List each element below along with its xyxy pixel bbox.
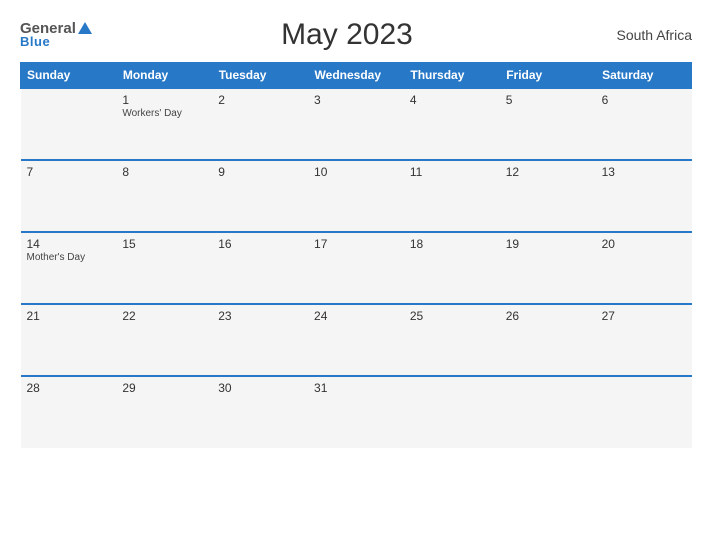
holiday-label: Workers' Day xyxy=(122,108,206,119)
calendar-title: May 2023 xyxy=(92,18,602,52)
calendar-day-cell: 15 xyxy=(116,232,212,304)
calendar-day-cell: 2 xyxy=(212,88,308,160)
calendar-day-cell: 24 xyxy=(308,304,404,376)
holiday-label: Mother's Day xyxy=(27,252,111,263)
day-number: 8 xyxy=(122,165,206,179)
weekday-header-cell: Sunday xyxy=(21,63,117,89)
day-number: 17 xyxy=(314,237,398,251)
day-number: 9 xyxy=(218,165,302,179)
day-number: 10 xyxy=(314,165,398,179)
calendar-day-cell: 29 xyxy=(116,376,212,448)
day-number: 15 xyxy=(122,237,206,251)
calendar-day-cell xyxy=(404,376,500,448)
day-number: 4 xyxy=(410,93,494,107)
calendar-day-cell: 27 xyxy=(596,304,692,376)
calendar-day-cell: 6 xyxy=(596,88,692,160)
calendar-day-cell: 28 xyxy=(21,376,117,448)
calendar-day-cell: 31 xyxy=(308,376,404,448)
calendar-day-cell: 14Mother's Day xyxy=(21,232,117,304)
calendar-day-cell xyxy=(21,88,117,160)
calendar-day-cell: 1Workers' Day xyxy=(116,88,212,160)
day-number: 21 xyxy=(27,309,111,323)
day-number: 2 xyxy=(218,93,302,107)
day-number: 31 xyxy=(314,381,398,395)
calendar-week-row: 789 10 11 12 13 xyxy=(21,160,692,232)
day-number: 22 xyxy=(122,309,206,323)
day-number: 16 xyxy=(218,237,302,251)
day-number: 19 xyxy=(506,237,590,251)
day-number: 7 xyxy=(27,165,111,179)
day-number: 1 xyxy=(122,93,206,107)
day-number: 6 xyxy=(602,93,686,107)
calendar-day-cell: 30 xyxy=(212,376,308,448)
calendar-day-cell: 19 xyxy=(500,232,596,304)
calendar-day-cell: 18 xyxy=(404,232,500,304)
weekday-header-cell: Monday xyxy=(116,63,212,89)
weekday-header-cell: Wednesday xyxy=(308,63,404,89)
day-number: 12 xyxy=(506,165,590,179)
day-number: 20 xyxy=(602,237,686,251)
calendar-day-cell: 11 xyxy=(404,160,500,232)
calendar-day-cell: 17 xyxy=(308,232,404,304)
calendar-week-row: 21 22 23 24 25 26 27 xyxy=(21,304,692,376)
day-number: 3 xyxy=(314,93,398,107)
calendar-day-cell: 7 xyxy=(21,160,117,232)
calendar-week-row: 14Mother's Day 15 16 17 18 19 20 xyxy=(21,232,692,304)
day-number: 26 xyxy=(506,309,590,323)
day-number: 28 xyxy=(27,381,111,395)
calendar-day-cell: 10 xyxy=(308,160,404,232)
calendar-day-cell: 25 xyxy=(404,304,500,376)
logo: General Blue xyxy=(20,21,92,49)
calendar-day-cell: 13 xyxy=(596,160,692,232)
calendar-day-cell: 5 xyxy=(500,88,596,160)
logo-blue-text: Blue xyxy=(20,34,50,49)
country-label: South Africa xyxy=(602,27,692,43)
calendar-day-cell: 23 xyxy=(212,304,308,376)
day-number: 24 xyxy=(314,309,398,323)
calendar-day-cell xyxy=(596,376,692,448)
day-number: 27 xyxy=(602,309,686,323)
header: General Blue May 2023 South Africa xyxy=(20,18,692,52)
calendar-week-row: 1Workers' Day 23456 xyxy=(21,88,692,160)
calendar-page: General Blue May 2023 South Africa Sunda… xyxy=(0,0,712,550)
day-number: 18 xyxy=(410,237,494,251)
day-number: 13 xyxy=(602,165,686,179)
day-number: 29 xyxy=(122,381,206,395)
calendar-day-cell: 26 xyxy=(500,304,596,376)
weekday-header-cell: Tuesday xyxy=(212,63,308,89)
day-number: 14 xyxy=(27,237,111,251)
weekday-header-row: SundayMondayTuesdayWednesdayThursdayFrid… xyxy=(21,63,692,89)
calendar-week-row: 28 29 30 31 xyxy=(21,376,692,448)
weekday-header-cell: Thursday xyxy=(404,63,500,89)
calendar-header: SundayMondayTuesdayWednesdayThursdayFrid… xyxy=(21,63,692,89)
calendar-table: SundayMondayTuesdayWednesdayThursdayFrid… xyxy=(20,62,692,448)
day-number: 23 xyxy=(218,309,302,323)
calendar-body: 1Workers' Day234567891011121314Mother's … xyxy=(21,88,692,448)
calendar-day-cell: 16 xyxy=(212,232,308,304)
calendar-day-cell: 9 xyxy=(212,160,308,232)
day-number: 25 xyxy=(410,309,494,323)
weekday-header-cell: Friday xyxy=(500,63,596,89)
weekday-header-cell: Saturday xyxy=(596,63,692,89)
day-number: 11 xyxy=(410,165,494,179)
day-number: 5 xyxy=(506,93,590,107)
calendar-day-cell: 3 xyxy=(308,88,404,160)
calendar-day-cell: 8 xyxy=(116,160,212,232)
day-number: 30 xyxy=(218,381,302,395)
calendar-day-cell: 22 xyxy=(116,304,212,376)
calendar-day-cell: 12 xyxy=(500,160,596,232)
logo-triangle-icon xyxy=(78,22,92,34)
calendar-day-cell xyxy=(500,376,596,448)
calendar-day-cell: 4 xyxy=(404,88,500,160)
calendar-day-cell: 21 xyxy=(21,304,117,376)
calendar-day-cell: 20 xyxy=(596,232,692,304)
